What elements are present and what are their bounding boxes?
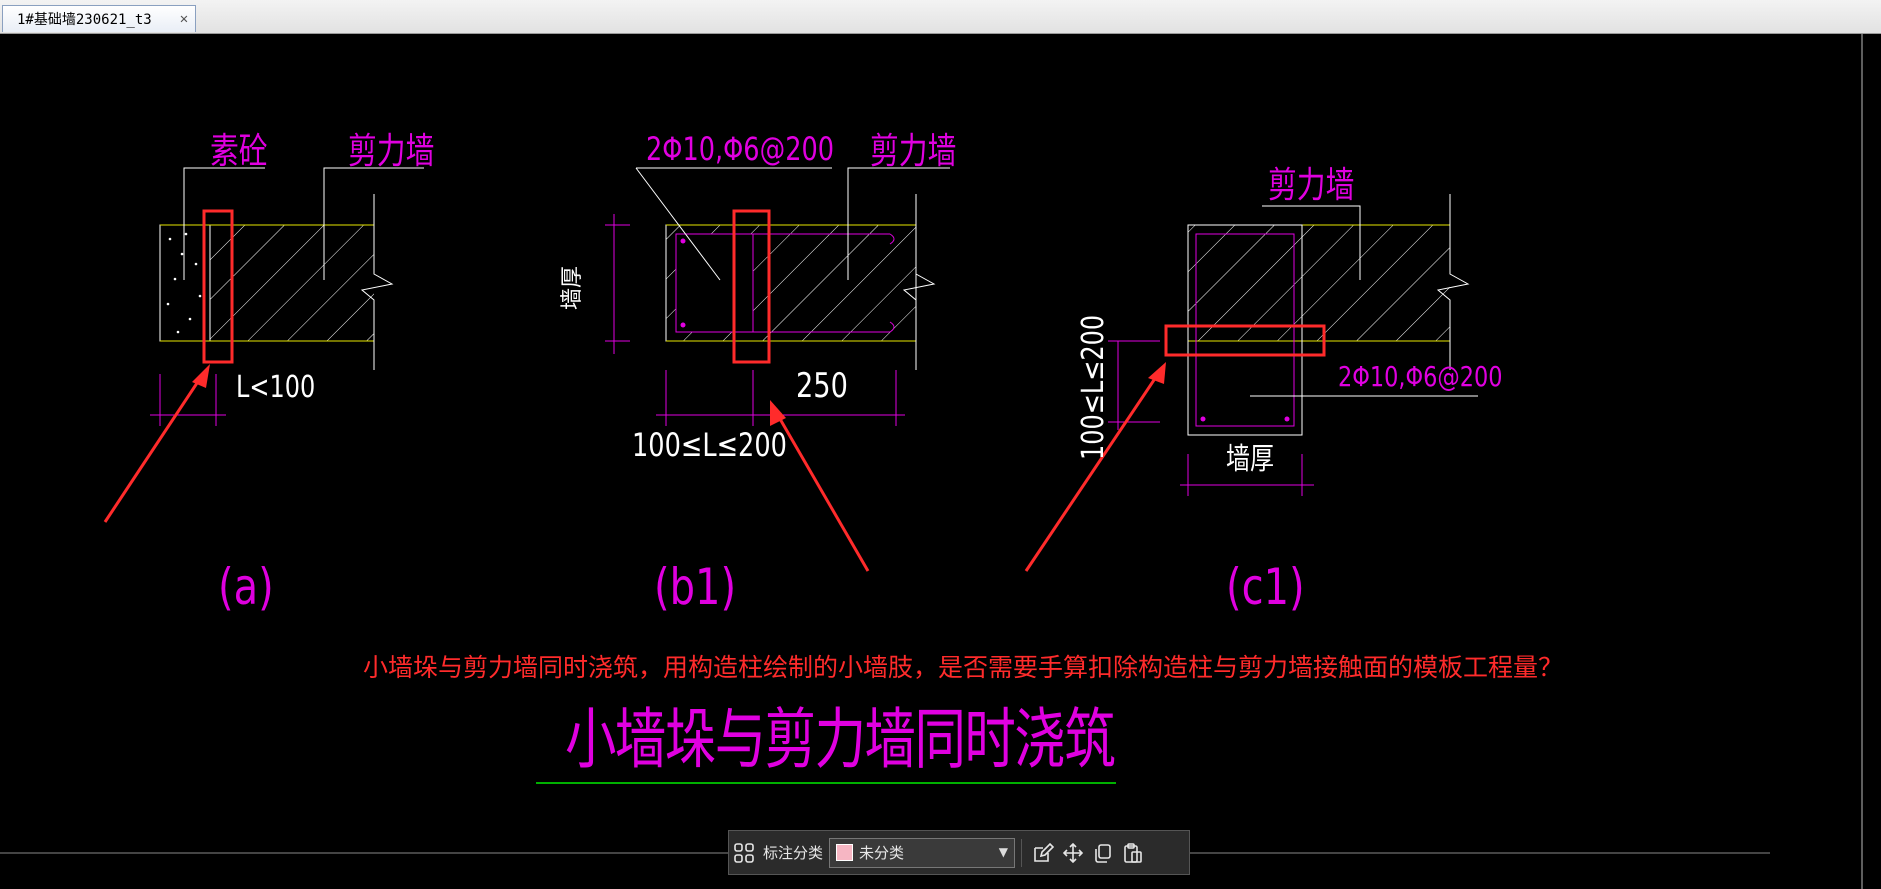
figure-b1 [605,167,950,572]
toolbar-divider [1021,838,1023,867]
fig-a-concrete-label: 素砼 [210,131,268,172]
category-select-value: 未分类 [859,844,905,862]
fig-c1-dimension-range: 100≤L≤200 [1076,314,1111,460]
grid-icon[interactable] [729,838,759,868]
chevron-down-icon: ▼ [998,844,1009,859]
fig-b1-caption: (b1) [654,558,737,616]
fig-a-caption: (a) [218,558,274,616]
fig-c1-rebar-label: 2Φ10,Φ6@200 [1338,360,1503,393]
category-color-swatch [836,844,854,861]
cad-drawing-canvas[interactable]: 素砼 剪力墙 L<100 (a) 2Φ10,Φ6@200 剪力墙 墙厚 250 … [0,34,1881,889]
fig-a-wall-label: 剪力墙 [348,131,435,172]
category-select[interactable]: 未分类 ▼ [829,837,1016,868]
question-text: 小墙垛与剪力墙同时浇筑，用构造柱绘制的小墙肢，是否需要手算扣除构造柱与剪力墙接触… [363,653,1564,682]
move-icon[interactable] [1058,838,1088,868]
fig-b1-rebar-label: 2Φ10,Φ6@200 [646,130,835,168]
document-tab[interactable]: 1#基础墙230621_t3 ✕ [2,5,196,32]
copy-icon[interactable] [1088,838,1118,868]
edit-icon[interactable] [1028,838,1058,868]
fig-c1-wall-label: 剪力墙 [1268,165,1355,206]
fig-b1-wall-label: 剪力墙 [870,131,957,172]
paste-icon[interactable] [1118,838,1148,868]
annotation-toolbar: 标注分类 未分类 ▼ [728,830,1190,875]
document-tab-bar: 1#基础墙230621_t3 ✕ [0,0,1881,34]
figure-a [103,167,424,523]
fig-b1-dimension-range: 100≤L≤200 [632,426,787,464]
close-tab-icon[interactable]: ✕ [173,11,195,27]
document-tab-title: 1#基础墙230621_t3 [17,12,152,28]
fig-a-dimension-label: L<100 [236,370,316,405]
fig-b1-dimension-250: 250 [796,366,848,406]
category-label: 标注分类 [763,844,824,862]
fig-c1-thickness-label: 墙厚 [1226,442,1274,477]
fig-b1-thickness-label: 墙厚 [560,265,585,310]
drawing-title: 小墙垛与剪力墙同时浇筑 [565,701,1116,778]
fig-c1-caption: (c1) [1226,558,1305,616]
